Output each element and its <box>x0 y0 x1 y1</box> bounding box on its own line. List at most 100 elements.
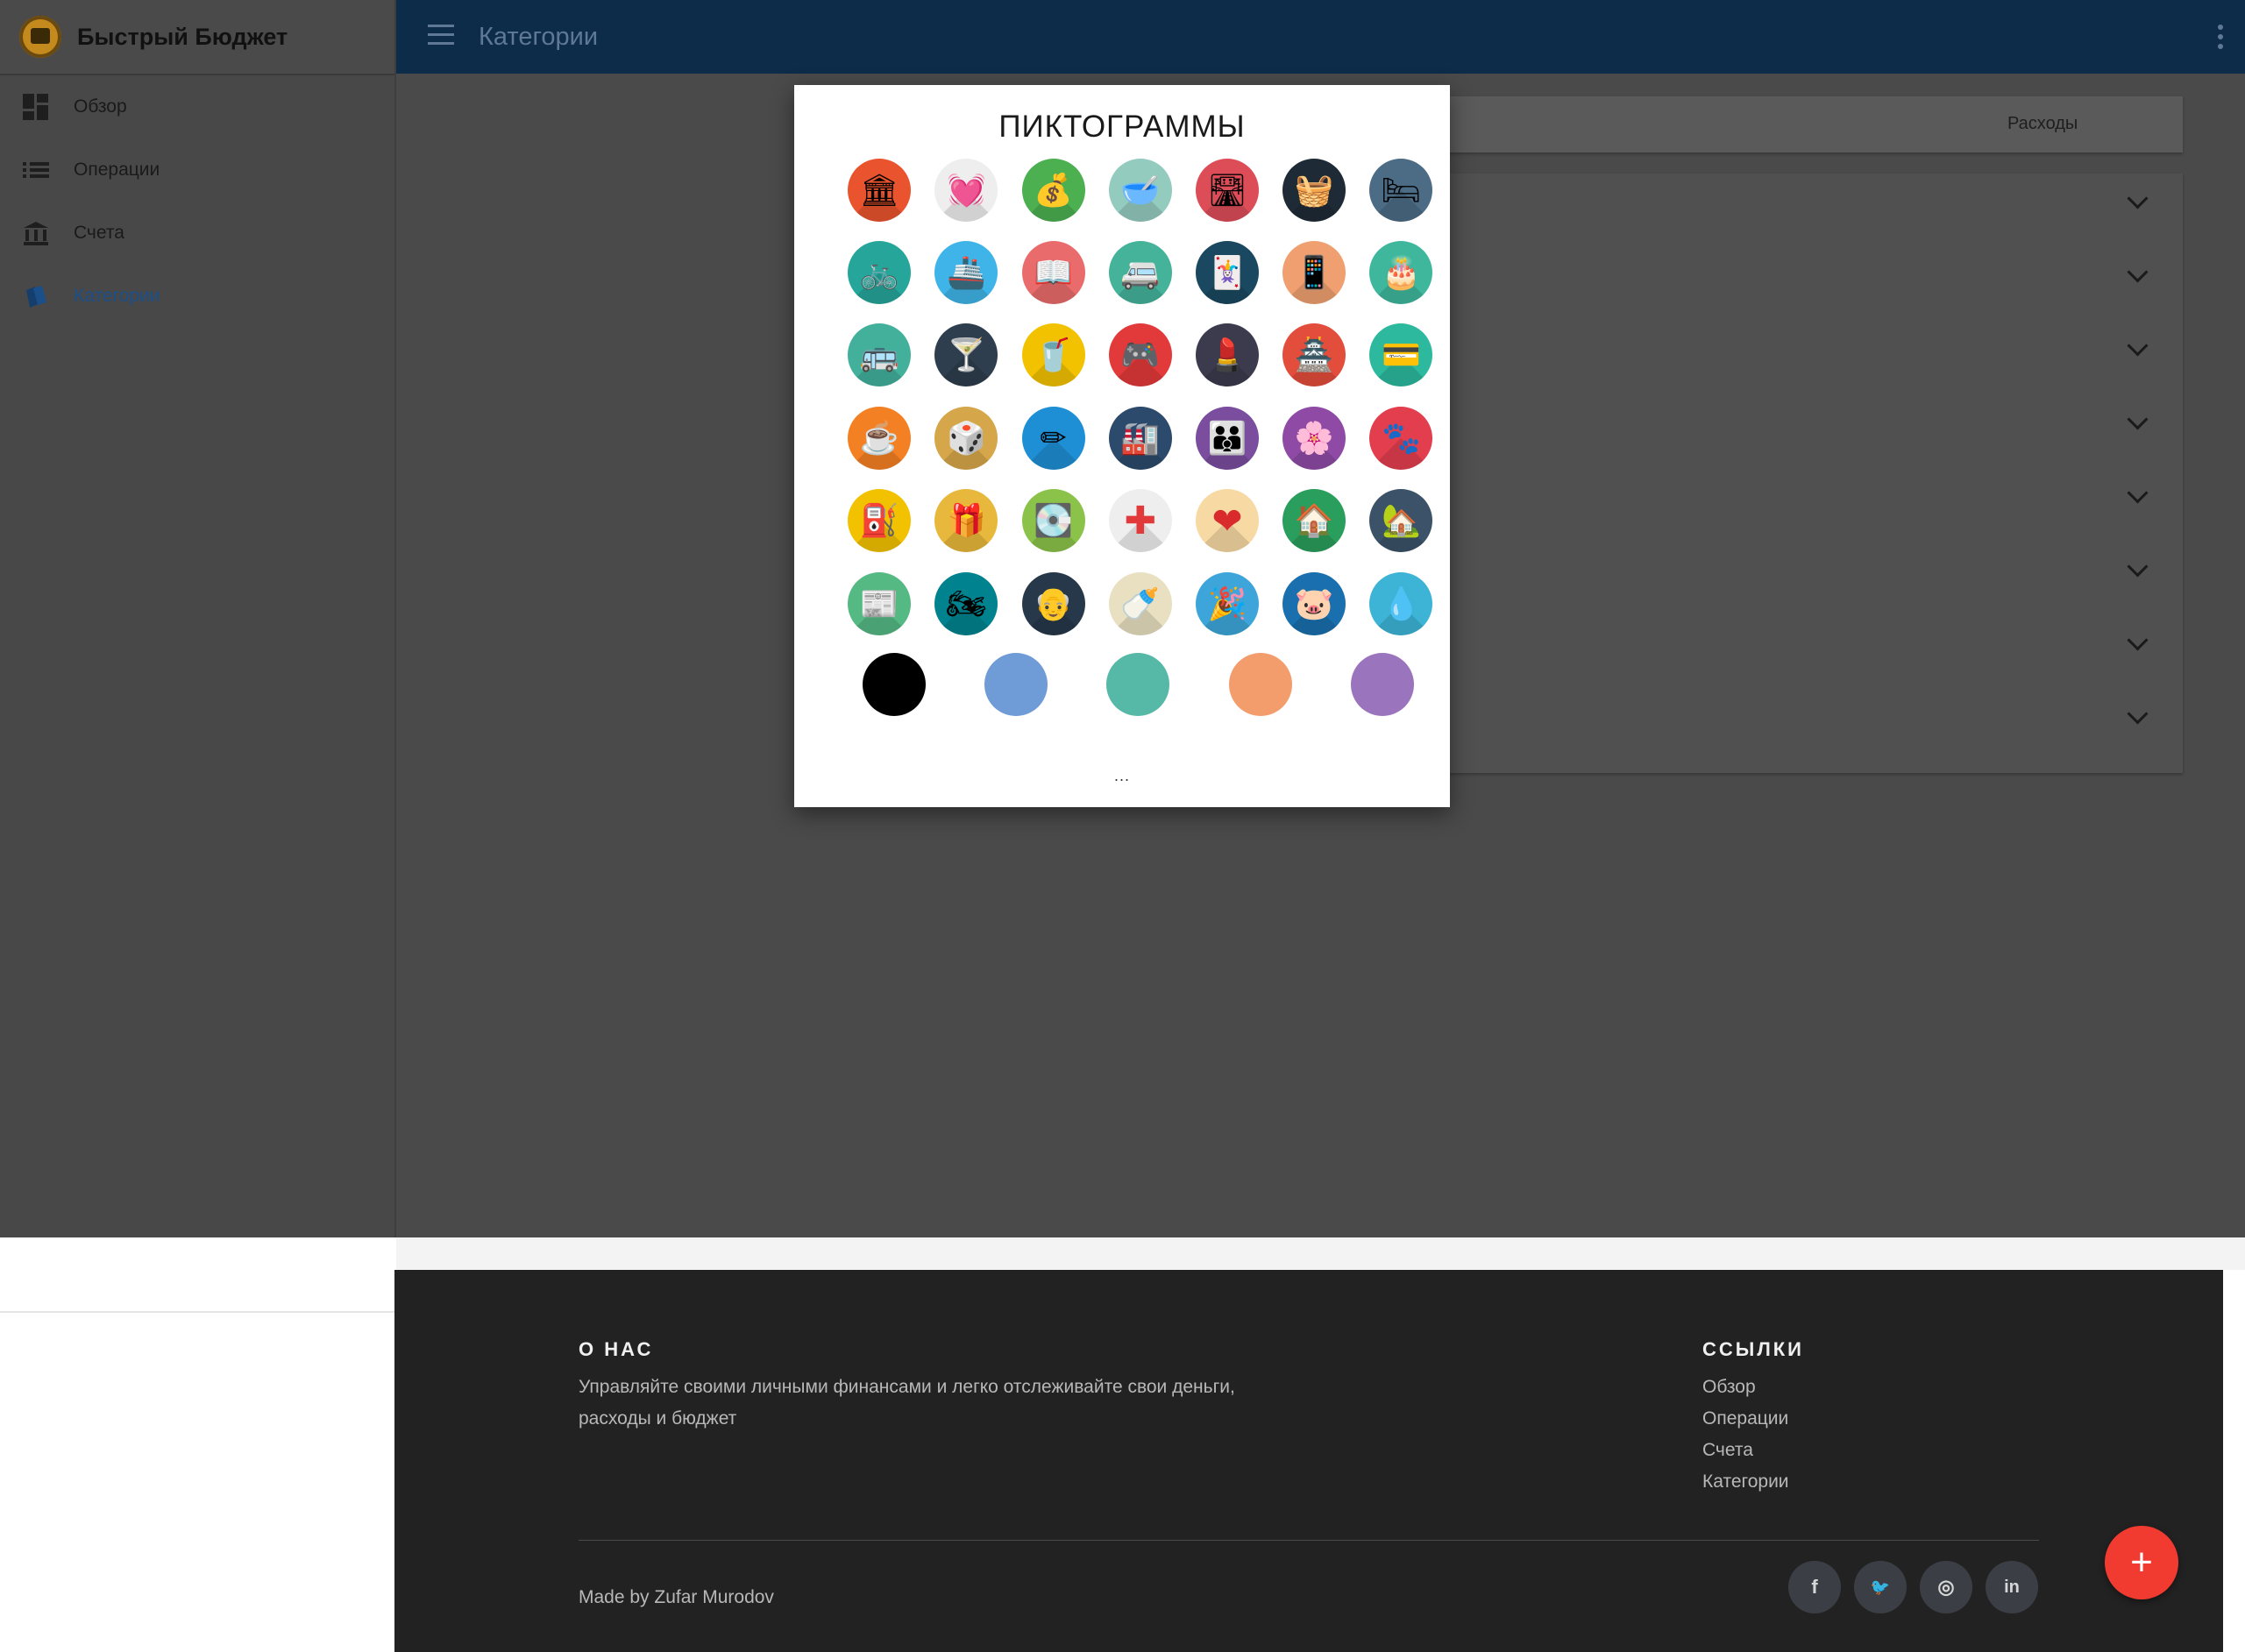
fuel-station-icon[interactable]: ⛽ <box>848 489 912 553</box>
mug-icon[interactable]: ☕ <box>848 406 912 470</box>
footer-divider <box>579 1540 2039 1541</box>
chevron-down-icon[interactable] <box>2127 482 2149 504</box>
family-icon[interactable]: 👪 <box>1196 406 1259 470</box>
footer-about-title: О НАС <box>579 1338 654 1360</box>
color-swatch[interactable] <box>1350 653 1414 716</box>
color-swatch[interactable] <box>1228 653 1292 716</box>
app-name: Быстрый Бюджет <box>77 23 288 50</box>
footer-link-accounts[interactable]: Счета <box>1702 1440 1753 1461</box>
footer-link-overview[interactable]: Обзор <box>1702 1377 1756 1398</box>
top-app-bar: Категории <box>396 0 2245 74</box>
coffee-cup-icon[interactable]: 🥤 <box>1021 323 1085 387</box>
bicycle-icon[interactable]: 🚲 <box>848 241 912 304</box>
dribbble-icon[interactable]: ◎ <box>1920 1561 1972 1613</box>
temple-icon[interactable]: 🏯 <box>1282 323 1346 387</box>
list-icon <box>23 157 49 183</box>
dice-icon[interactable]: 🎲 <box>934 406 998 470</box>
coins-growth-icon[interactable]: 💰 <box>1021 158 1085 222</box>
chevron-down-icon[interactable] <box>2127 556 2149 578</box>
minivan-icon[interactable]: 🚐 <box>1108 241 1172 304</box>
category-list <box>1446 174 2183 773</box>
footer-link-categories[interactable]: Категории <box>1702 1471 1789 1492</box>
water-drop-icon[interactable]: 💧 <box>1369 571 1433 635</box>
bank-icon[interactable]: 🏛 <box>848 158 912 222</box>
house-icon[interactable]: 🏠 <box>1282 489 1346 553</box>
icon-picker-dialog: ПИКТОГРАММЫ ... 🏛 💓 💰 🥣 🛣 🧺 🛏 🚲 🚢 📖 🚐 🃏 📱 🎂 🚌 🍸 🥤 🎮 💄 🏯 💳 ☕ 🎲 ✏… <box>794 85 1450 807</box>
color-swatch[interactable] <box>1106 653 1170 716</box>
footer-links-title: ССЫЛКИ <box>1702 1338 1804 1360</box>
sidebar-item-label: Счета <box>74 223 124 243</box>
dashboard-icon <box>23 94 49 120</box>
bank-icon <box>23 220 49 246</box>
dialog-title: ПИКТОГРАММЫ <box>998 110 1246 144</box>
divider <box>0 1311 394 1313</box>
home-icon[interactable]: 🏡 <box>1369 489 1433 553</box>
heart-icon[interactable]: ❤ <box>1196 489 1259 553</box>
pacifier-icon[interactable]: 🍼 <box>1108 571 1172 635</box>
chevron-down-icon[interactable] <box>2127 261 2149 283</box>
sidebar-item-accounts[interactable]: Счета <box>0 202 394 265</box>
chevron-down-icon[interactable] <box>2127 703 2149 725</box>
gamepad-icon[interactable]: 🎮 <box>1108 323 1172 387</box>
sidebar-bottom <box>0 1237 394 1652</box>
footer-about-line-1: Управляйте своими личными финансами и ле… <box>579 1377 1235 1397</box>
tab-expenses[interactable]: Расходы <box>2007 114 2078 134</box>
content-bottom-strip <box>396 1237 2245 1270</box>
page-edge <box>2223 1270 2245 1652</box>
cocktail-icon[interactable]: 🍸 <box>934 323 998 387</box>
footer: О НАС Управляйте своими личными финансам… <box>394 1270 2223 1652</box>
twitter-icon[interactable]: 🐦 <box>1854 1561 1907 1613</box>
heart-rate-icon[interactable]: 💓 <box>934 158 998 222</box>
party-hat-icon[interactable]: 🎉 <box>1196 571 1259 635</box>
hard-drive-icon[interactable]: 💽 <box>1021 489 1085 553</box>
menu-icon[interactable] <box>428 25 454 47</box>
color-swatch[interactable] <box>863 653 926 716</box>
sidebar-item-categories[interactable]: Категории <box>0 265 394 328</box>
book-icon[interactable]: 📖 <box>1021 241 1085 304</box>
smartphone-icon[interactable]: 📱 <box>1282 241 1346 304</box>
gift-icon[interactable]: 🎁 <box>934 489 998 553</box>
cosmetics-icon[interactable]: 💄 <box>1196 323 1259 387</box>
factory-icon[interactable]: 🏭 <box>1108 406 1172 470</box>
cake-icon[interactable]: 🎂 <box>1369 241 1433 304</box>
more-vert-icon[interactable] <box>2217 25 2224 51</box>
newspaper-icon[interactable]: 📰 <box>848 571 912 635</box>
motorcycle-icon[interactable]: 🏍 <box>934 571 998 635</box>
paw-icon[interactable]: 🐾 <box>1369 406 1433 470</box>
playing-cards-icon[interactable]: 🃏 <box>1196 241 1259 304</box>
facebook-icon[interactable]: f <box>1788 1561 1841 1613</box>
categories-icon <box>23 283 49 309</box>
piggy-bank-icon[interactable]: 🐷 <box>1282 571 1346 635</box>
chevron-down-icon[interactable] <box>2127 335 2149 357</box>
bed-icon[interactable]: 🛏 <box>1369 158 1433 222</box>
medical-cross-icon[interactable]: ✚ <box>1108 489 1172 553</box>
bus-icon[interactable]: 🚌 <box>848 323 912 387</box>
footer-credit: Made by Zufar Murodov <box>579 1587 774 1607</box>
sidebar-item-operations[interactable]: Операции <box>0 138 394 202</box>
chevron-down-icon[interactable] <box>2127 188 2149 209</box>
flower-pot-icon[interactable]: 🌸 <box>1282 406 1346 470</box>
grandfather-icon[interactable]: 👴 <box>1021 571 1085 635</box>
chevron-down-icon[interactable] <box>2127 408 2149 430</box>
ship-icon[interactable]: 🚢 <box>934 241 998 304</box>
road-icon[interactable]: 🛣 <box>1196 158 1259 222</box>
food-bowl-icon[interactable]: 🥣 <box>1108 158 1172 222</box>
sidebar-item-overview[interactable]: Обзор <box>0 75 394 138</box>
page-title: Категории <box>479 23 599 51</box>
sidebar-item-label: Операции <box>74 160 160 180</box>
color-swatch[interactable] <box>984 653 1048 716</box>
footer-about-line-2: расходы и бюджет <box>579 1408 737 1429</box>
sidebar: Быстрый Бюджет Обзор Операции Счета Кате… <box>0 0 396 1237</box>
sidebar-item-label: Обзор <box>74 96 127 117</box>
chevron-down-icon[interactable] <box>2127 629 2149 651</box>
add-button[interactable]: + <box>2105 1526 2178 1599</box>
app-logo <box>19 16 61 58</box>
sidebar-item-label: Категории <box>74 286 160 306</box>
ruler-pencil-icon[interactable]: ✏ <box>1021 406 1085 470</box>
category-tabs: Расходы <box>1446 96 2183 152</box>
credit-card-icon[interactable]: 💳 <box>1369 323 1433 387</box>
linkedin-icon[interactable]: in <box>1986 1561 2038 1613</box>
load-more-ellipsis[interactable]: ... <box>794 767 1450 785</box>
basket-icon[interactable]: 🧺 <box>1282 158 1346 222</box>
footer-link-operations[interactable]: Операции <box>1702 1408 1788 1429</box>
